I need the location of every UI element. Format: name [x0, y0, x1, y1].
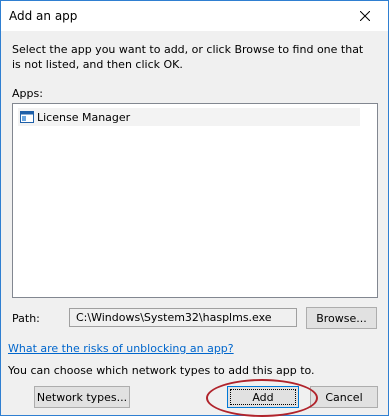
path-label: Path:: [12, 312, 40, 325]
apps-list[interactable]: License Manager: [12, 103, 378, 298]
close-icon: [360, 11, 370, 21]
add-button[interactable]: Add: [227, 386, 299, 408]
network-note: You can choose which network types to ad…: [8, 364, 315, 377]
title-bar: Add an app: [1, 1, 388, 31]
path-field[interactable]: C:\Windows\System32\hasplms.exe: [69, 308, 297, 327]
cancel-button-label: Cancel: [325, 390, 363, 404]
apps-label: Apps:: [12, 87, 43, 100]
focus-ring: [230, 389, 296, 405]
network-types-label: Network types...: [36, 390, 128, 404]
app-window-icon: [20, 111, 34, 123]
app-item-label: License Manager: [37, 110, 131, 124]
path-value: C:\Windows\System32\hasplms.exe: [76, 311, 272, 324]
browse-button-label: Browse...: [316, 311, 367, 325]
instructions-text: Select the app you want to add, or click…: [12, 43, 364, 71]
cancel-button[interactable]: Cancel: [310, 386, 378, 408]
dialog-title: Add an app: [9, 9, 78, 23]
browse-button[interactable]: Browse...: [306, 307, 377, 329]
add-app-dialog: Add an app Select the app you want to ad…: [0, 0, 389, 417]
close-button[interactable]: [342, 1, 388, 31]
dialog-body: Select the app you want to add, or click…: [1, 31, 388, 417]
list-item-license-manager[interactable]: License Manager: [18, 108, 360, 126]
risks-link[interactable]: What are the risks of unblocking an app?: [8, 342, 234, 355]
network-types-button[interactable]: Network types...: [34, 386, 130, 408]
